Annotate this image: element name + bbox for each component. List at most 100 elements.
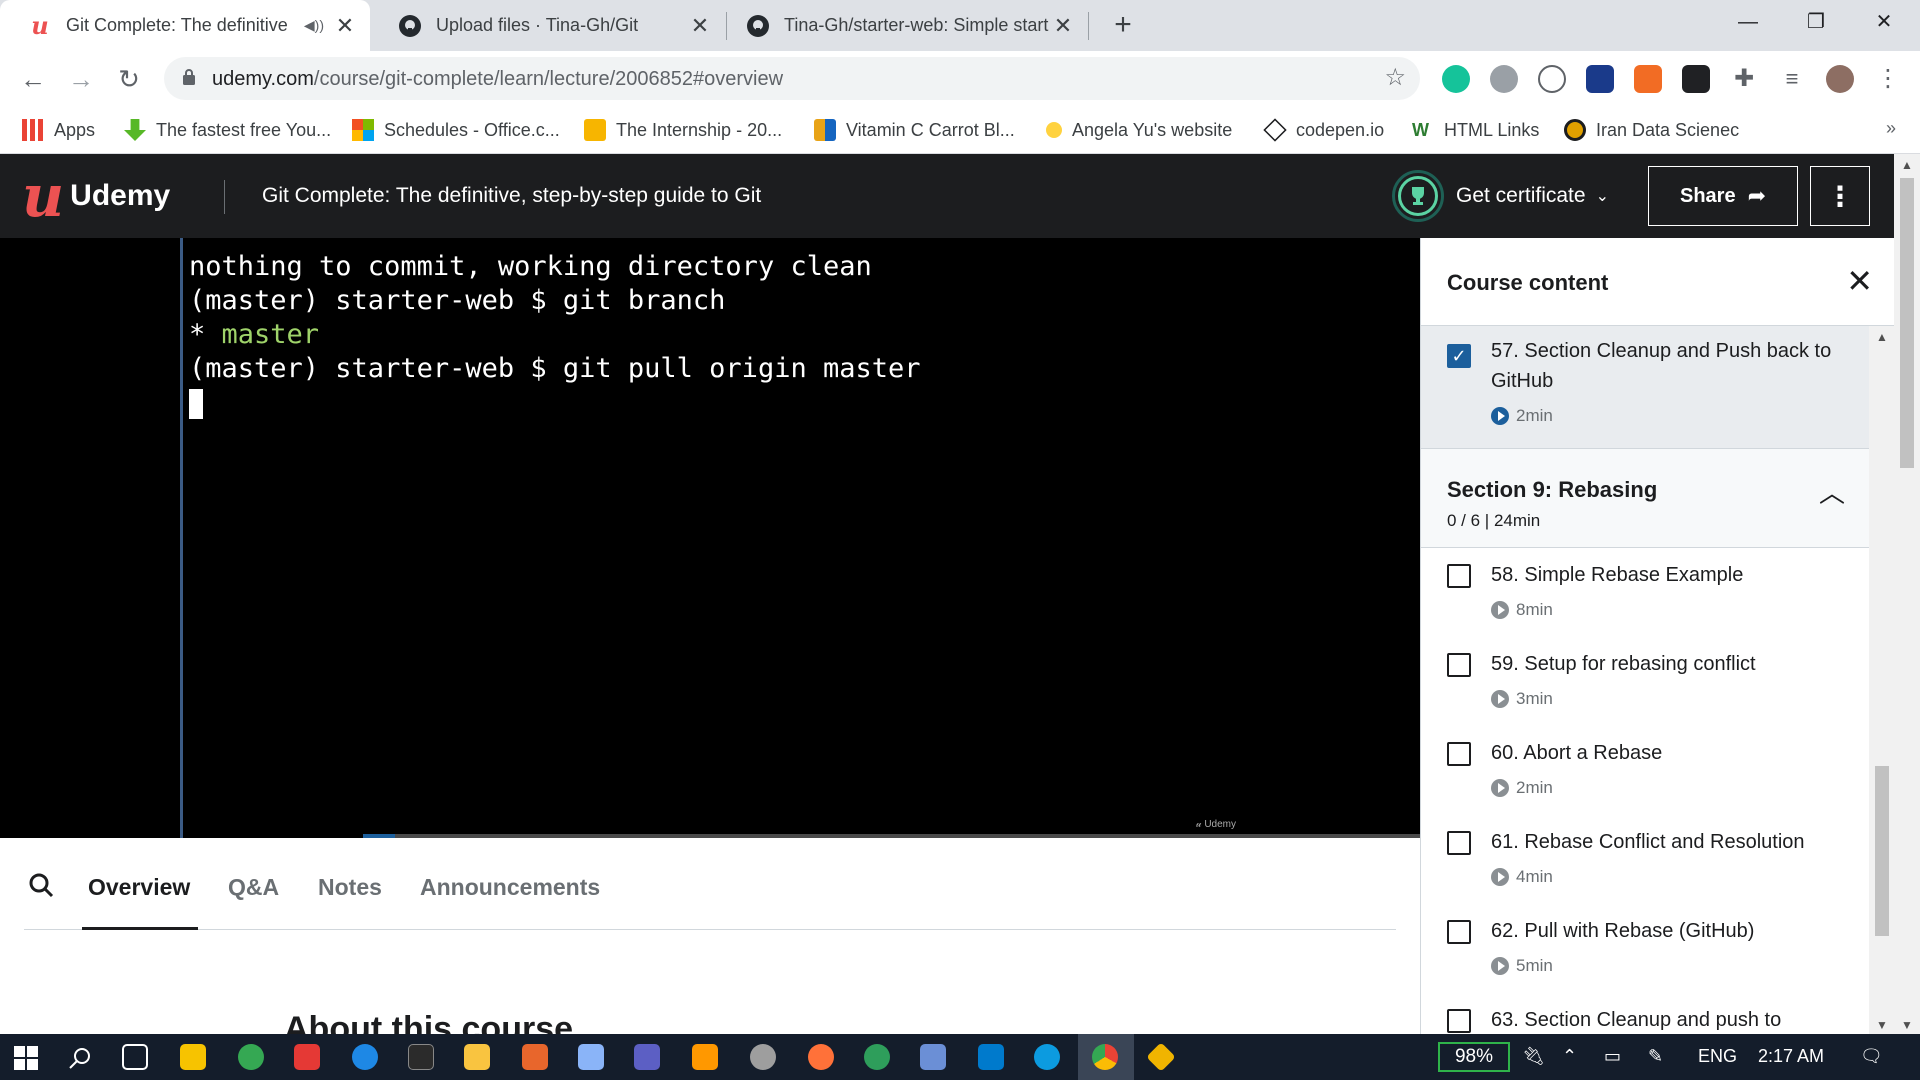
- paint-icon[interactable]: [578, 1044, 604, 1070]
- lecture-item-current[interactable]: ✓ 57. Section Cleanup and Push back to G…: [1421, 326, 1869, 448]
- lecture-checkbox[interactable]: [1447, 742, 1471, 766]
- file-explorer-icon[interactable]: [464, 1044, 490, 1070]
- network-icon[interactable]: ▭: [1604, 1046, 1621, 1067]
- scroll-down-icon[interactable]: ▼: [1901, 1018, 1913, 1032]
- browser-tab-upload-files[interactable]: Upload files · Tina-Gh/Git ✕: [370, 0, 725, 51]
- page-scroll-thumb[interactable]: [1900, 178, 1914, 468]
- bookmark-apps[interactable]: Apps: [22, 116, 95, 144]
- clock[interactable]: 2:17 AM: [1758, 1046, 1824, 1067]
- chevron-up-icon[interactable]: ︿: [1819, 473, 1845, 510]
- sidebar-scroll-thumb[interactable]: [1875, 766, 1889, 936]
- bookmark-internship[interactable]: The Internship - 20...: [584, 116, 782, 144]
- edge-icon[interactable]: [1034, 1044, 1060, 1070]
- browser-menu-icon[interactable]: ⋮: [1874, 65, 1902, 93]
- bookmark-html-links[interactable]: W HTML Links: [1412, 116, 1539, 144]
- bookmark-codepen[interactable]: codepen.io: [1263, 116, 1384, 144]
- back-icon[interactable]: ←: [16, 62, 50, 96]
- language-indicator[interactable]: ENG: [1698, 1046, 1737, 1067]
- page-scrollbar[interactable]: ▲ ▼: [1894, 154, 1920, 1034]
- close-window-icon[interactable]: ✕: [1856, 0, 1912, 44]
- get-certificate-button[interactable]: Get certificate ⌄: [1392, 170, 1609, 222]
- speaker-icon[interactable]: ◀)): [304, 17, 324, 34]
- media-queue-icon[interactable]: ≡: [1778, 65, 1806, 93]
- vscode-icon[interactable]: [978, 1044, 1004, 1070]
- close-tab-icon[interactable]: ✕: [1050, 13, 1076, 39]
- lecture-checkbox-checked[interactable]: ✓: [1447, 344, 1471, 368]
- app-icon[interactable]: [920, 1044, 946, 1070]
- address-bar[interactable]: udemy.com/course/git-complete/learn/lect…: [164, 57, 1420, 100]
- firefox-icon[interactable]: [808, 1044, 834, 1070]
- reload-icon[interactable]: ↻: [112, 62, 146, 96]
- windows-start-icon[interactable]: [14, 1046, 38, 1070]
- more-options-button[interactable]: ⋮: [1810, 166, 1870, 226]
- lecture-item[interactable]: 60. Abort a Rebase 2min: [1421, 734, 1869, 822]
- minimize-icon[interactable]: —: [1720, 0, 1776, 44]
- lecture-item[interactable]: 58. Simple Rebase Example 8min: [1421, 556, 1869, 644]
- sidebar-scrollbar[interactable]: ▲ ▼: [1869, 326, 1894, 1034]
- section-header[interactable]: Section 9: Rebasing 0 / 6 | 24min ︿: [1421, 448, 1869, 548]
- restore-icon[interactable]: ❐: [1788, 0, 1844, 44]
- sublime-icon[interactable]: [692, 1044, 718, 1070]
- lecture-item[interactable]: 62. Pull with Rebase (GitHub) 5min: [1421, 912, 1869, 1000]
- bookmark-angela-yu[interactable]: Angela Yu's website: [1046, 116, 1232, 144]
- tab-announcements[interactable]: Announcements: [420, 874, 600, 901]
- telegram-icon[interactable]: [238, 1044, 264, 1070]
- circle-extension-icon[interactable]: [1538, 65, 1566, 93]
- bookmark-fastest-free[interactable]: The fastest free You...: [124, 116, 331, 144]
- close-sidebar-icon[interactable]: ✕: [1846, 262, 1873, 300]
- lecture-checkbox[interactable]: [1447, 920, 1471, 944]
- course-title[interactable]: Git Complete: The definitive, step-by-st…: [262, 184, 761, 208]
- search-icon[interactable]: [68, 1046, 92, 1070]
- lecture-item[interactable]: 61. Rebase Conflict and Resolution 4min: [1421, 823, 1869, 911]
- task-view-icon[interactable]: [122, 1044, 148, 1070]
- share-button[interactable]: Share ➦: [1648, 166, 1798, 226]
- scroll-up-icon[interactable]: ▲: [1876, 330, 1888, 344]
- monitor-extension-icon[interactable]: [1586, 65, 1614, 93]
- lecture-checkbox[interactable]: [1447, 831, 1471, 855]
- video-player[interactable]: nothing to commit, working directory cle…: [0, 238, 1427, 838]
- matlab-icon[interactable]: [522, 1044, 548, 1070]
- new-tab-button[interactable]: +: [1106, 8, 1140, 42]
- notifications-icon[interactable]: 🗨︎: [1860, 1046, 1883, 1067]
- scroll-up-icon[interactable]: ▲: [1901, 158, 1913, 172]
- power-plug-icon[interactable]: 🔌︎: [1522, 1046, 1545, 1067]
- lecture-checkbox[interactable]: [1447, 1009, 1471, 1033]
- chevron-up-icon[interactable]: ⌃: [1562, 1046, 1577, 1067]
- extensions-puzzle-icon[interactable]: ✚: [1730, 65, 1758, 93]
- lecture-item[interactable]: 59. Setup for rebasing conflict 3min: [1421, 645, 1869, 733]
- tab-notes[interactable]: Notes: [318, 874, 382, 901]
- lecture-checkbox[interactable]: [1447, 564, 1471, 588]
- lecture-item[interactable]: 63. Section Cleanup and push to: [1421, 1001, 1869, 1034]
- terminal-extension-icon[interactable]: [1682, 65, 1710, 93]
- bookmarks-overflow-icon[interactable]: »: [1886, 118, 1896, 139]
- close-tab-icon[interactable]: ✕: [332, 13, 358, 39]
- sticky-notes-icon[interactable]: [180, 1044, 206, 1070]
- browser-tab-starter-web[interactable]: Tina-Gh/starter-web: Simple start ✕: [728, 0, 1088, 51]
- bookmark-star-icon[interactable]: ☆: [1384, 63, 1406, 92]
- browser-tab-udemy[interactable]: u Git Complete: The definitive ◀)) ✕: [0, 0, 370, 51]
- bookmark-vitamin-c[interactable]: Vitamin C Carrot Bl...: [814, 116, 1015, 144]
- forward-icon[interactable]: →: [64, 62, 98, 96]
- udemy-logo[interactable]: u Udemy: [22, 167, 170, 225]
- battery-indicator[interactable]: 98%: [1438, 1042, 1510, 1072]
- bookmark-iran-data[interactable]: Iran Data Scienec: [1564, 116, 1739, 144]
- terminal-app-icon[interactable]: [408, 1044, 434, 1070]
- app-icon[interactable]: [864, 1044, 890, 1070]
- close-tab-icon[interactable]: ✕: [687, 13, 713, 39]
- profile-avatar[interactable]: [1826, 65, 1854, 93]
- mail-icon[interactable]: [294, 1044, 320, 1070]
- tab-qa[interactable]: Q&A: [228, 874, 279, 901]
- scroll-down-icon[interactable]: ▼: [1876, 1018, 1888, 1032]
- search-icon[interactable]: [28, 872, 54, 898]
- tab-overview[interactable]: Overview: [88, 874, 190, 901]
- git-icon[interactable]: [1146, 1042, 1176, 1072]
- bluetooth-icon[interactable]: [352, 1044, 378, 1070]
- lecture-checkbox[interactable]: [1447, 653, 1471, 677]
- chrome-icon[interactable]: [1092, 1044, 1118, 1070]
- grammarly-extension-icon[interactable]: [1442, 65, 1470, 93]
- badge-extension-icon[interactable]: [1634, 65, 1662, 93]
- globe-extension-icon[interactable]: [1490, 65, 1518, 93]
- pen-icon[interactable]: ✎: [1648, 1046, 1663, 1067]
- teams-icon[interactable]: [634, 1044, 660, 1070]
- app-icon[interactable]: [750, 1044, 776, 1070]
